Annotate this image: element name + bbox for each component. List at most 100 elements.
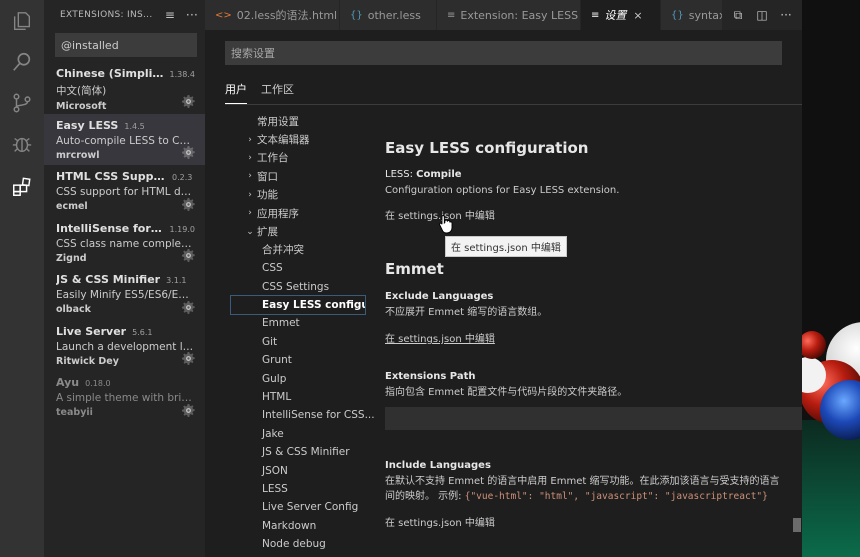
tab-label: 设置 bbox=[604, 9, 627, 22]
setting-description: 指向包含 Emmet 配置文件与代码片段的文件夹路径。 bbox=[385, 387, 628, 398]
toc-label: 常用设置 bbox=[257, 115, 299, 128]
extension-name: Easy LESS bbox=[56, 118, 119, 132]
tab-extension-easy-less[interactable]: ≡ Extension: Easy LESS bbox=[437, 0, 581, 30]
tab-other-less[interactable]: {} other.less bbox=[340, 0, 437, 30]
scrollbar-thumb[interactable] bbox=[793, 518, 801, 532]
toc-item-js-css-minifier[interactable]: JS & CSS Minifier bbox=[231, 443, 365, 461]
tab-label: syntax bbox=[688, 8, 726, 22]
edit-in-settings-json-link[interactable]: 在 settings.json 中编辑 bbox=[385, 334, 495, 345]
toc-item-extensions[interactable]: ⌄ 扩展 bbox=[231, 222, 365, 240]
extensions-search-input[interactable]: @installed bbox=[55, 33, 197, 57]
extension-item[interactable]: IntelliSense for CS... 1.19.0 CSS class n… bbox=[44, 217, 205, 269]
toc-item-json[interactable]: JSON bbox=[231, 461, 365, 479]
toc-item-emmet[interactable]: Emmet bbox=[231, 314, 365, 332]
toc-item-features[interactable]: › 功能 bbox=[231, 186, 365, 204]
extension-item[interactable]: HTML CSS Support 0.2.3 CSS support for HT… bbox=[44, 165, 205, 217]
settings-toc: 常用设置 › 文本编辑器 › 工作台 › 窗口 › 功能 › 应用程序 ⌄ 扩展 合并冲突 … bbox=[230, 112, 375, 553]
extension-version: 0.18.0 bbox=[85, 379, 111, 388]
toc-item-grunt[interactable]: Grunt bbox=[231, 351, 365, 369]
gear-icon[interactable] bbox=[182, 146, 195, 159]
toc-item-css[interactable]: CSS bbox=[231, 259, 365, 277]
extension-description: CSS support for HTML doc... bbox=[56, 186, 195, 198]
gear-icon[interactable] bbox=[182, 352, 195, 365]
toc-item-live-server-config[interactable]: Live Server Config bbox=[231, 498, 365, 516]
toc-label: 应用程序 bbox=[257, 207, 299, 220]
setting-category: LESS: bbox=[385, 169, 417, 180]
open-settings-json-icon[interactable]: ⧉ bbox=[726, 8, 750, 23]
clear-extensions-icon[interactable]: ≡ bbox=[161, 8, 179, 22]
source-control-icon[interactable] bbox=[11, 92, 33, 114]
extension-publisher: Zignd bbox=[56, 252, 87, 264]
setting-title-compile: LESS: Compile bbox=[385, 169, 802, 180]
extension-item[interactable]: JS & CSS Minifier 3.1.1 Easily Minify ES5… bbox=[44, 268, 205, 320]
toc-item-common[interactable]: 常用设置 bbox=[231, 112, 365, 130]
gear-icon[interactable] bbox=[182, 300, 195, 314]
extensions-icon[interactable] bbox=[11, 176, 33, 198]
settings-scope-tabs: 用户 工作区 bbox=[225, 78, 308, 104]
editor-actions: ⧉ ◫ ··· bbox=[722, 0, 802, 30]
toc-item-gulp[interactable]: Gulp bbox=[231, 369, 365, 387]
divider bbox=[225, 104, 802, 105]
toc-item-workbench[interactable]: › 工作台 bbox=[231, 149, 365, 167]
toc-item-markdown[interactable]: Markdown bbox=[231, 517, 365, 535]
tab-settings[interactable]: ≡ 设置 × bbox=[581, 0, 661, 30]
toc-item-application[interactable]: › 应用程序 bbox=[231, 204, 365, 222]
tab-user[interactable]: 用户 bbox=[225, 78, 247, 104]
extension-item[interactable]: Easy LESS 1.4.5 Auto-compile LESS to CSS … bbox=[44, 113, 205, 165]
extension-publisher: olback bbox=[56, 304, 91, 315]
split-editor-icon[interactable]: ◫ bbox=[750, 8, 774, 22]
extension-version: 1.19.0 bbox=[169, 224, 195, 234]
toc-item-intellisense-css[interactable]: IntelliSense for CSS... bbox=[231, 406, 375, 424]
extensions-list: Chinese (Simplifie... 1.38.4 中文(简体) Micro… bbox=[44, 62, 205, 423]
extension-description: 中文(简体) bbox=[56, 85, 107, 97]
json-file-icon: {} bbox=[671, 9, 684, 21]
include-languages-example: {"vue-html": "html", "javascript": "java… bbox=[464, 491, 768, 502]
more-actions-icon[interactable]: ··· bbox=[183, 8, 201, 22]
edit-in-settings-json-link[interactable]: 在 settings.json 中编辑 bbox=[385, 518, 495, 529]
extension-publisher: teabyii bbox=[56, 407, 93, 418]
toc-label: 扩展 bbox=[257, 226, 278, 239]
sidebar-title: EXTENSIONS: INS... bbox=[60, 10, 153, 20]
explorer-icon[interactable] bbox=[11, 10, 33, 32]
section-title-emmet: Emmet bbox=[385, 260, 444, 278]
settings-search-input[interactable]: 搜索设置 bbox=[225, 41, 782, 65]
toc-item-html[interactable]: HTML bbox=[231, 388, 365, 406]
preview-icon: ≡ bbox=[447, 9, 456, 21]
extension-description: Auto-compile LESS to CSS ... bbox=[56, 134, 195, 147]
gear-icon[interactable] bbox=[182, 249, 195, 262]
extension-item[interactable]: Live Server 5.6.1 Launch a development lo… bbox=[44, 320, 205, 372]
less-file-icon: {} bbox=[350, 9, 363, 21]
more-actions-icon[interactable]: ··· bbox=[774, 8, 798, 22]
activity-bar bbox=[0, 0, 44, 557]
toc-item-git[interactable]: Git bbox=[231, 333, 365, 351]
debug-icon[interactable] bbox=[11, 133, 33, 155]
toc-item-css-settings[interactable]: CSS Settings bbox=[231, 278, 365, 296]
extensions-path-input[interactable] bbox=[385, 407, 802, 430]
search-icon[interactable] bbox=[11, 51, 33, 73]
editor-tab-bar: <> 02.less的语法.html {} other.less ≡ Exten… bbox=[205, 0, 802, 30]
close-icon[interactable]: × bbox=[633, 9, 642, 22]
hand-cursor-icon bbox=[439, 215, 453, 234]
toc-item-text-editor[interactable]: › 文本编辑器 bbox=[231, 130, 365, 148]
toc-item-window[interactable]: › 窗口 bbox=[231, 167, 365, 185]
chevron-down-icon: ⌄ bbox=[246, 226, 254, 237]
gear-icon[interactable] bbox=[182, 94, 195, 108]
toc-item-node-debug[interactable]: Node debug bbox=[231, 535, 365, 553]
tab-less-syntax-html[interactable]: <> 02.less的语法.html bbox=[205, 0, 340, 30]
toc-item-less[interactable]: LESS bbox=[231, 480, 365, 498]
extension-item[interactable]: Chinese (Simplifie... 1.38.4 中文(简体) Micro… bbox=[44, 62, 205, 114]
toc-item-easy-less[interactable]: Easy LESS configu... bbox=[230, 294, 366, 316]
setting-title-extensions-path: Extensions Path bbox=[385, 371, 476, 382]
tab-syntax[interactable]: {} syntax bbox=[661, 0, 731, 30]
setting-name: Compile bbox=[416, 169, 462, 180]
setting-description: 不应展开 Emmet 缩写的语言数组。 bbox=[385, 307, 548, 318]
extension-item[interactable]: Ayu 0.18.0 A simple theme with bright... … bbox=[44, 371, 205, 423]
gear-icon[interactable] bbox=[182, 197, 195, 211]
tab-workspace[interactable]: 工作区 bbox=[261, 78, 294, 104]
tab-label: Extension: Easy LESS bbox=[460, 8, 579, 22]
extension-description: Easily Minify ES5/ES6/ES7/E... bbox=[56, 289, 195, 301]
extension-publisher: Microsoft bbox=[56, 101, 107, 112]
toc-item-jake[interactable]: Jake bbox=[231, 425, 365, 443]
toc-item-merge-conflict[interactable]: 合并冲突 bbox=[231, 241, 365, 259]
gear-icon[interactable] bbox=[182, 403, 195, 417]
